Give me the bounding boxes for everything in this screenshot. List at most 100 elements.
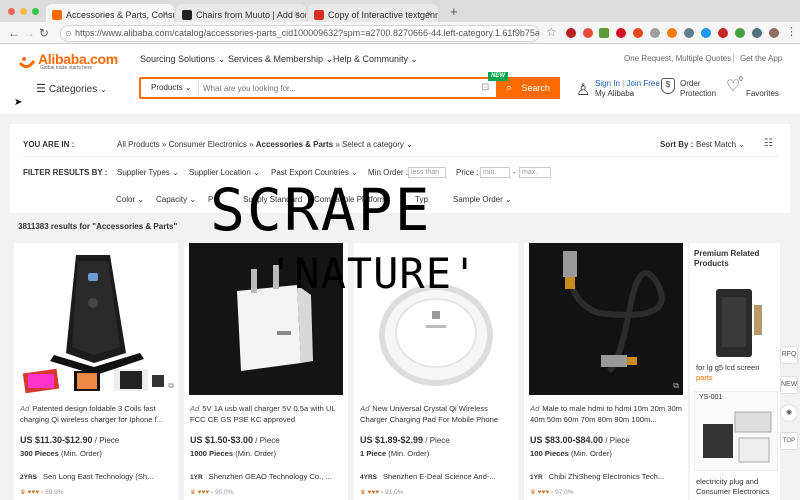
breadcrumb-item[interactable]: All Products xyxy=(117,140,160,149)
product-title[interactable]: Ad Male to male hdmi to hdmi 10m 20m 30m … xyxy=(530,403,684,425)
gold-supplier-icons: ♛ ♥♥♥ ▫ xyxy=(530,489,556,496)
response-rate: 90.0% xyxy=(215,489,234,496)
order-label: Order xyxy=(680,79,701,88)
filter-color[interactable]: Color ⌄ xyxy=(116,195,144,204)
filter-supplier-types[interactable]: Supplier Types ⌄ xyxy=(117,168,179,177)
supplier-name[interactable]: Shenzhen GEAO Technology Co., ... xyxy=(209,472,332,481)
signin-area[interactable]: Sign In | Join Free My Alibaba xyxy=(595,79,660,99)
signin-link[interactable]: Sign In xyxy=(595,79,620,88)
menu-icon[interactable]: ⋮ xyxy=(786,25,797,38)
results-count: 3811383 results for "Accessories & Parts… xyxy=(18,222,177,231)
favorites-link[interactable]: Favorites xyxy=(746,89,779,99)
categories-label: Categories xyxy=(48,84,98,95)
price-min-input[interactable]: min. xyxy=(480,167,510,178)
new-side-button[interactable]: NEW xyxy=(780,376,798,394)
sort-select[interactable]: Best Match ⌄ xyxy=(696,140,745,149)
compare-icon[interactable]: ⧉ xyxy=(673,381,679,391)
filter-label: Color xyxy=(116,195,136,204)
ad-label: Ad xyxy=(360,404,370,413)
product-title[interactable]: Ad 5V 1A usb wall charger 5V 0.5a with UL… xyxy=(190,403,344,425)
feedback-icon[interactable]: ◉ xyxy=(780,404,798,422)
filter-label: Supplier Types xyxy=(117,168,170,177)
close-window-icon[interactable] xyxy=(8,8,15,15)
moq-qty: 300 Pieces xyxy=(20,449,59,458)
price-unit: / Piece xyxy=(603,436,630,445)
extension-icon[interactable] xyxy=(718,28,728,38)
ad-label: Ad xyxy=(20,404,30,413)
nav-services-membership[interactable]: Services & Membership ⌄ xyxy=(228,54,333,65)
tab-title: Copy of Interactive textgenmi xyxy=(328,10,438,20)
breadcrumb-current: Accessories & Parts xyxy=(255,140,334,149)
search-input[interactable] xyxy=(203,79,483,97)
premium-item-1[interactable]: for lg g5 lcd screen parts xyxy=(696,363,778,383)
product-card[interactable]: ⧉ Ad Patented design foldable 3 Coils fas… xyxy=(14,243,178,500)
order-protection-link[interactable]: Order Protection xyxy=(680,79,716,99)
new-tab-button[interactable]: + xyxy=(450,4,458,19)
nav-sourcing-solutions[interactable]: Sourcing Solutions ⌄ xyxy=(140,54,225,65)
get-app-link[interactable]: Get the App xyxy=(740,54,782,63)
filter-sample-order[interactable]: Sample Order ⌄ xyxy=(453,195,512,204)
nav-help-community[interactable]: Help & Community ⌄ xyxy=(333,54,418,65)
join-link[interactable]: Join Free xyxy=(626,79,659,88)
chevron-down-icon: ⌄ xyxy=(217,54,226,64)
compare-icon[interactable]: ⧉ xyxy=(168,381,174,391)
premium-image[interactable] xyxy=(694,285,778,363)
profile-avatar-icon[interactable] xyxy=(769,28,779,38)
extension-icon[interactable] xyxy=(684,28,694,38)
search-category-select[interactable]: Products ⌄ xyxy=(141,79,199,97)
user-icon: ♙ xyxy=(576,82,591,99)
my-alibaba-link[interactable]: My Alibaba xyxy=(595,89,634,98)
maximize-window-icon[interactable] xyxy=(32,8,39,15)
list-view-icon[interactable]: ☷ xyxy=(764,138,773,149)
product-moq: 300 Pieces (Min. Order) xyxy=(20,449,102,458)
address-bar[interactable]: ⊙ https://www.alibaba.com/catalog/access… xyxy=(60,25,540,42)
alibaba-logo[interactable]: Alibaba.com Global trade starts here xyxy=(18,51,128,74)
minimize-window-icon[interactable] xyxy=(20,8,27,15)
supplier-name[interactable]: Sen Long East Technology (Sh... xyxy=(43,472,153,481)
rfq-link[interactable]: One Request, Multiple Quotes xyxy=(624,54,731,63)
extension-icon[interactable] xyxy=(667,28,677,38)
overlay-title: SCRAPE xyxy=(210,176,432,244)
gold-supplier-icons: ♛ ♥♥♥ ▫ xyxy=(190,489,216,496)
extension-icon[interactable] xyxy=(701,28,711,38)
product-card[interactable]: ⧉ Ad Male to male hdmi to hdmi 10m 20m 30… xyxy=(524,243,688,500)
select-category-dropdown[interactable]: Select a category xyxy=(342,140,404,149)
bookmark-star-icon[interactable]: ☆ xyxy=(546,25,557,39)
forward-icon[interactable]: → xyxy=(23,25,35,41)
extension-icon[interactable] xyxy=(735,28,745,38)
extension-icon[interactable] xyxy=(599,28,609,38)
price-unit: / Piece xyxy=(92,436,120,445)
supplier-name[interactable]: Shenzhen E-Deal Science And-... xyxy=(383,472,496,481)
price-max-input[interactable]: max. xyxy=(519,167,551,178)
camera-icon[interactable]: ⊡ xyxy=(481,82,489,93)
price-range: US $1.50-$3.00 xyxy=(190,435,254,445)
extension-icon[interactable] xyxy=(633,28,643,38)
product-title[interactable]: Ad New Universal Crystal Qi Wireless Char… xyxy=(360,403,514,425)
product-title-text: Male to male hdmi to hdmi 10m 20m 30m 40… xyxy=(530,404,682,424)
product-image[interactable]: ⧉ xyxy=(14,243,178,395)
years-badge: 1YR xyxy=(190,474,203,481)
extension-icon[interactable] xyxy=(752,28,762,38)
back-icon[interactable]: ← xyxy=(8,25,20,41)
categories-menu[interactable]: ☰ Categories ⌄ xyxy=(36,82,107,95)
back-to-top-button[interactable]: TOP xyxy=(780,432,798,450)
supplier-name[interactable]: Chibi ZhiSheng Electronics Tech... xyxy=(549,472,665,481)
chevron-down-icon: ⌄ xyxy=(189,195,197,204)
premium-image[interactable]: YS-001 xyxy=(694,391,778,471)
extension-icon[interactable] xyxy=(566,28,576,38)
breadcrumb-item[interactable]: Consumer Electronics xyxy=(169,140,247,149)
reload-icon[interactable]: ↻ xyxy=(39,25,49,41)
premium-item-2[interactable]: electricity plug and Consumer Electronic… xyxy=(696,477,778,497)
price-unit: / Piece xyxy=(253,436,280,445)
pinterest-icon[interactable] xyxy=(616,28,626,38)
moq-qty: 1000 Pieces xyxy=(190,449,234,458)
filter-label: Sample Order xyxy=(453,195,503,204)
chevron-down-icon: ⌄ xyxy=(505,195,512,204)
you-are-in-label: YOU ARE IN : xyxy=(23,140,75,149)
rfq-side-button[interactable]: RFQ xyxy=(780,346,798,364)
product-title[interactable]: Ad Patented design foldable 3 Coils fast … xyxy=(20,403,174,425)
extension-icon[interactable] xyxy=(650,28,660,38)
product-image[interactable]: ⧉ xyxy=(529,243,683,395)
filter-capacity[interactable]: Capacity ⌄ xyxy=(156,195,196,204)
extension-icon[interactable] xyxy=(583,28,593,38)
